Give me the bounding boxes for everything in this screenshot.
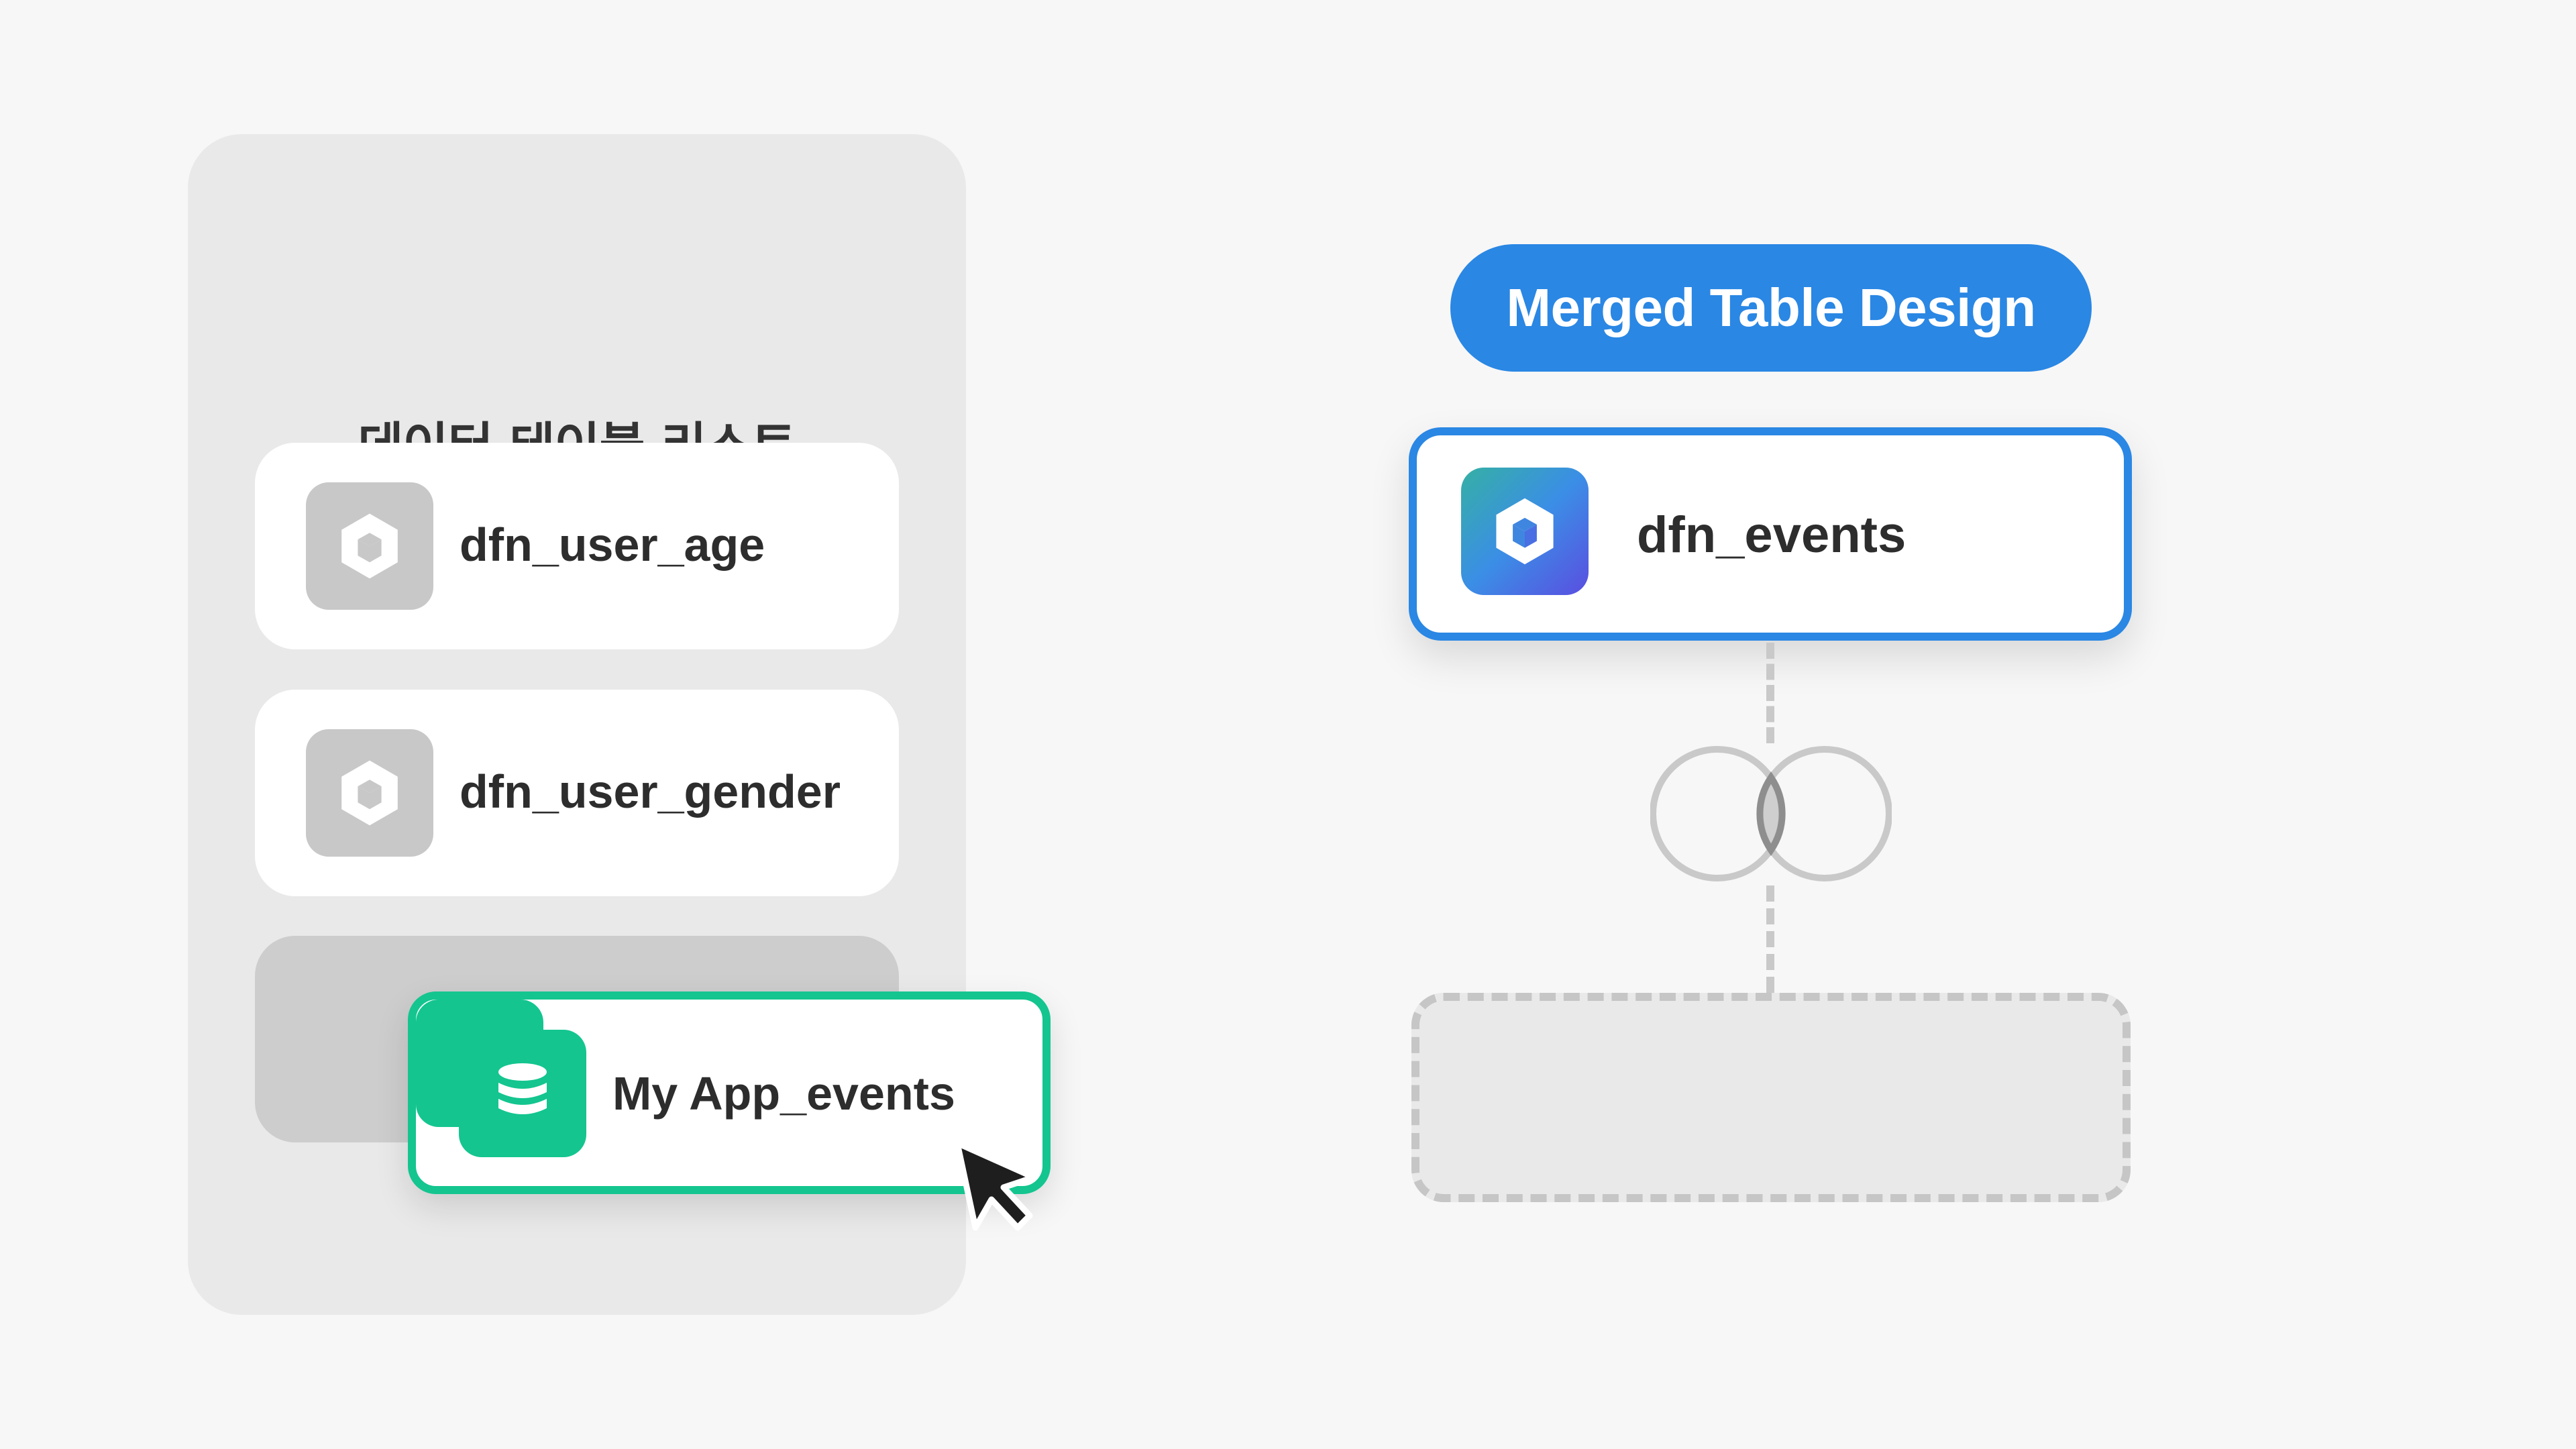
table-item-dfn-user-gender[interactable]: dfn_user_gender (255, 690, 899, 896)
table-item-label: dfn_user_gender (460, 765, 841, 818)
venn-join-icon[interactable] (1650, 740, 1892, 888)
table-item-dfn-user-age[interactable]: dfn_user_age (255, 443, 899, 649)
merge-drop-zone[interactable] (1411, 993, 2131, 1202)
merged-table-label: dfn_events (1637, 506, 1907, 564)
cube-icon (306, 729, 433, 857)
merged-table-dfn-events[interactable]: dfn_events (1409, 427, 2132, 641)
cursor-arrow-icon (951, 1139, 1052, 1240)
cube-icon (306, 482, 433, 610)
connector-line-bottom (1766, 885, 1774, 993)
connector-line-top (1766, 643, 1774, 743)
merged-table-design-title: Merged Table Design (1450, 244, 2092, 372)
dragged-item-label: My App_events (612, 1067, 955, 1120)
cube-icon (1461, 468, 1589, 595)
table-item-label: dfn_user_age (460, 519, 765, 571)
database-icon (459, 1030, 586, 1157)
